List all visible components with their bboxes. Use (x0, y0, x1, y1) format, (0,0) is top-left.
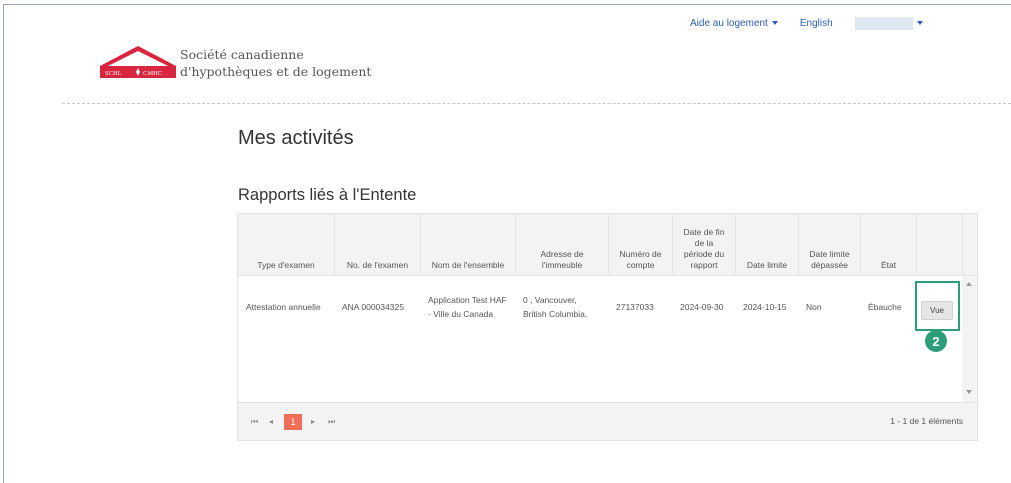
column-header (916, 214, 962, 276)
grid-header: Type d'examen No. de l'examen Nom de l'e… (238, 214, 977, 276)
top-navigation: Aide au logement English (690, 14, 923, 32)
reports-grid: Type d'examen No. de l'examen Nom de l'e… (237, 213, 978, 441)
column-header[interactable]: Date limite dépassée (798, 214, 860, 276)
section-title: Rapports liés à l'Entente (238, 186, 417, 204)
step-number-badge: 2 (925, 330, 947, 352)
cell-status: Ébauche (868, 302, 902, 312)
cell-name: Application Test HAF - Ville du Canada (428, 295, 507, 319)
page-title: Mes activités (238, 127, 354, 149)
column-header[interactable]: Type d'examen (238, 214, 334, 276)
logo-org-name: Société canadienne d'hypothèques et de l… (180, 46, 371, 80)
cell-period-end: 2024-09-30 (680, 302, 724, 312)
scroll-down-icon[interactable] (966, 390, 972, 394)
logo-badge-left: SCHL (105, 70, 122, 77)
header-divider (62, 103, 1011, 104)
column-header[interactable]: Nom de l'ensemble (420, 214, 515, 276)
table-row[interactable]: Attestation annuelle ANA 000034325 Appli… (238, 276, 962, 338)
column-header[interactable]: Adresse de l'immeuble (515, 214, 608, 276)
scroll-up-icon[interactable] (966, 282, 972, 286)
current-page-button[interactable]: 1 (284, 414, 302, 430)
chevron-down-icon (916, 21, 923, 25)
cmhc-logo: SCHL CMHC (100, 46, 176, 78)
user-name-redacted (854, 16, 913, 30)
pager-info: 1 - 1 de 1 éléments (890, 416, 963, 426)
help-menu-label: Aide au logement (690, 17, 768, 29)
column-header[interactable]: Date de fin de la période du rapport (672, 214, 735, 276)
logo-org-line1: Société canadienne (180, 47, 304, 62)
column-header[interactable]: État (860, 214, 916, 276)
help-menu[interactable]: Aide au logement (690, 18, 778, 29)
first-page-icon[interactable]: ⏮ (251, 417, 258, 427)
cell-deadline: 2024-10-15 (743, 302, 787, 312)
logo-badge-right: CMHC (143, 70, 162, 77)
column-header[interactable]: Numéro de compte (608, 214, 672, 276)
tutorial-highlight-box (915, 281, 960, 331)
logo-org-line2: d'hypothèques et de logement (180, 64, 372, 79)
language-label: English (799, 17, 833, 29)
language-toggle[interactable]: English (800, 18, 833, 29)
cell-overdue: Non (806, 302, 822, 312)
user-menu[interactable] (854, 16, 923, 30)
chevron-down-icon (771, 21, 778, 25)
next-page-icon[interactable]: ▸ (311, 417, 315, 426)
cell-type: Attestation annuelle (246, 302, 321, 312)
cell-account: 27137033 (616, 302, 654, 312)
cell-number: ANA 000034325 (342, 302, 404, 312)
grid-pager: ⏮ ◂ 1 ▸ ⏭ 1 - 1 de 1 éléments (238, 402, 977, 440)
last-page-icon[interactable]: ⏭ (328, 417, 335, 427)
column-header[interactable]: Date limite (735, 214, 798, 276)
grid-empty-area (238, 338, 962, 402)
cell-address: 0 , Vancouver, British Columbia, (523, 295, 588, 319)
previous-page-icon[interactable]: ◂ (269, 417, 273, 426)
column-header-spacer (962, 214, 977, 276)
grid-scrollbar[interactable] (962, 276, 977, 402)
column-header[interactable]: No. de l'examen (334, 214, 420, 276)
